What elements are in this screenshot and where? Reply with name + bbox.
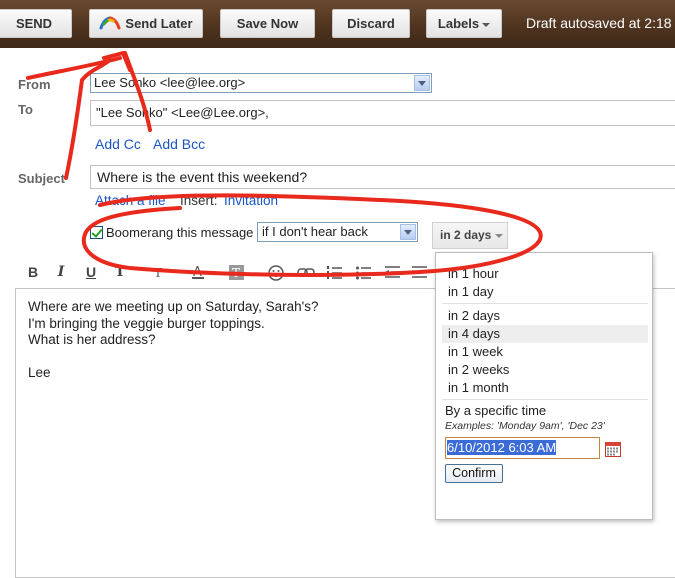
invitation-link[interactable]: Invitation <box>224 193 278 208</box>
confirm-button[interactable]: Confirm <box>445 464 503 483</box>
bold-button[interactable]: B <box>24 262 42 284</box>
boomerang-label: Boomerang this message <box>106 225 254 240</box>
chevron-down-icon <box>495 233 504 238</box>
boomerang-logo-icon <box>99 16 121 30</box>
from-label: From <box>18 77 51 92</box>
menu-item-4-days[interactable]: in 4 days <box>442 325 648 343</box>
compose-toolbar: SEND Send Later Save Now Discard Labels … <box>0 0 675 48</box>
chevron-down-icon <box>482 22 491 27</box>
bulleted-list-icon[interactable] <box>355 264 373 282</box>
save-now-button[interactable]: Save Now <box>220 9 315 38</box>
underline-button[interactable]: U <box>82 262 100 284</box>
italic-button[interactable]: I <box>52 262 70 284</box>
menu-item-1-hour[interactable]: in 1 hour <box>442 265 648 283</box>
labels-label: Labels <box>437 16 480 31</box>
svg-text:T: T <box>154 266 162 280</box>
font-button[interactable]: T <box>111 262 129 284</box>
to-label: To <box>18 102 33 117</box>
link-icon[interactable] <box>297 264 317 282</box>
menu-item-2-days[interactable]: in 2 days <box>442 307 648 325</box>
menu-separator <box>442 303 648 304</box>
svg-text:T: T <box>232 266 240 280</box>
text-color-icon[interactable]: A <box>190 264 210 280</box>
font-size-icon[interactable]: T <box>150 264 170 280</box>
examples-hint: Examples: 'Monday 9am', 'Dec 23' <box>445 420 605 432</box>
menu-item-1-week[interactable]: in 1 week <box>442 343 648 361</box>
highlight-color-icon[interactable]: T <box>228 264 248 282</box>
boomerang-checkbox[interactable] <box>90 226 103 239</box>
autosave-status: Draft autosaved at 2:18 <box>526 15 672 31</box>
calendar-icon[interactable] <box>605 442 621 457</box>
specific-time-label: By a specific time <box>445 403 547 418</box>
discard-button[interactable]: Discard <box>332 9 410 38</box>
insert-label: Insert: <box>180 193 218 208</box>
attach-file-link[interactable]: Attach a file <box>95 193 166 208</box>
menu-item-1-month[interactable]: in 1 month <box>442 379 648 397</box>
chevron-down-icon[interactable] <box>414 75 430 91</box>
boomerang-delay-menu: in 1 hour in 1 day in 2 days in 4 days i… <box>435 252 653 520</box>
numbered-list-icon[interactable] <box>326 264 344 282</box>
send-later-label: Send Later <box>125 16 193 31</box>
menu-item-1-day[interactable]: in 1 day <box>442 283 648 301</box>
annotation-arrow-icon <box>102 51 132 72</box>
boomerang-delay-button[interactable]: in 2 days <box>432 222 508 249</box>
to-input[interactable]: "Lee Sonko" <Lee@Lee.org>, <box>90 100 675 126</box>
from-value: Lee Sonko <lee@lee.org> <box>94 75 246 90</box>
send-button[interactable]: SEND <box>0 9 72 38</box>
delay-label: in 2 days <box>440 228 492 242</box>
subject-label: Subject <box>18 171 65 186</box>
add-cc-link[interactable]: Add Cc <box>95 136 141 152</box>
boomerang-condition-select[interactable]: if I don't hear back <box>257 222 418 242</box>
specific-time-input[interactable]: 6/10/2012 6:03 AM <box>445 437 600 459</box>
indent-more-icon[interactable] <box>411 264 429 282</box>
condition-value: if I don't hear back <box>262 224 368 239</box>
menu-separator <box>442 399 648 400</box>
subject-input[interactable]: Where is the event this weekend? <box>90 165 675 189</box>
date-value: 6/10/2012 6:03 AM <box>447 440 557 455</box>
menu-item-2-weeks[interactable]: in 2 weeks <box>442 361 648 379</box>
labels-button[interactable]: Labels <box>426 9 502 38</box>
send-later-button[interactable]: Send Later <box>89 9 203 38</box>
from-select[interactable]: Lee Sonko <lee@lee.org> <box>90 73 432 93</box>
add-bcc-link[interactable]: Add Bcc <box>153 136 205 152</box>
indent-less-icon[interactable] <box>384 264 402 282</box>
chevron-down-icon[interactable] <box>400 224 416 240</box>
emoji-icon[interactable] <box>268 264 286 282</box>
